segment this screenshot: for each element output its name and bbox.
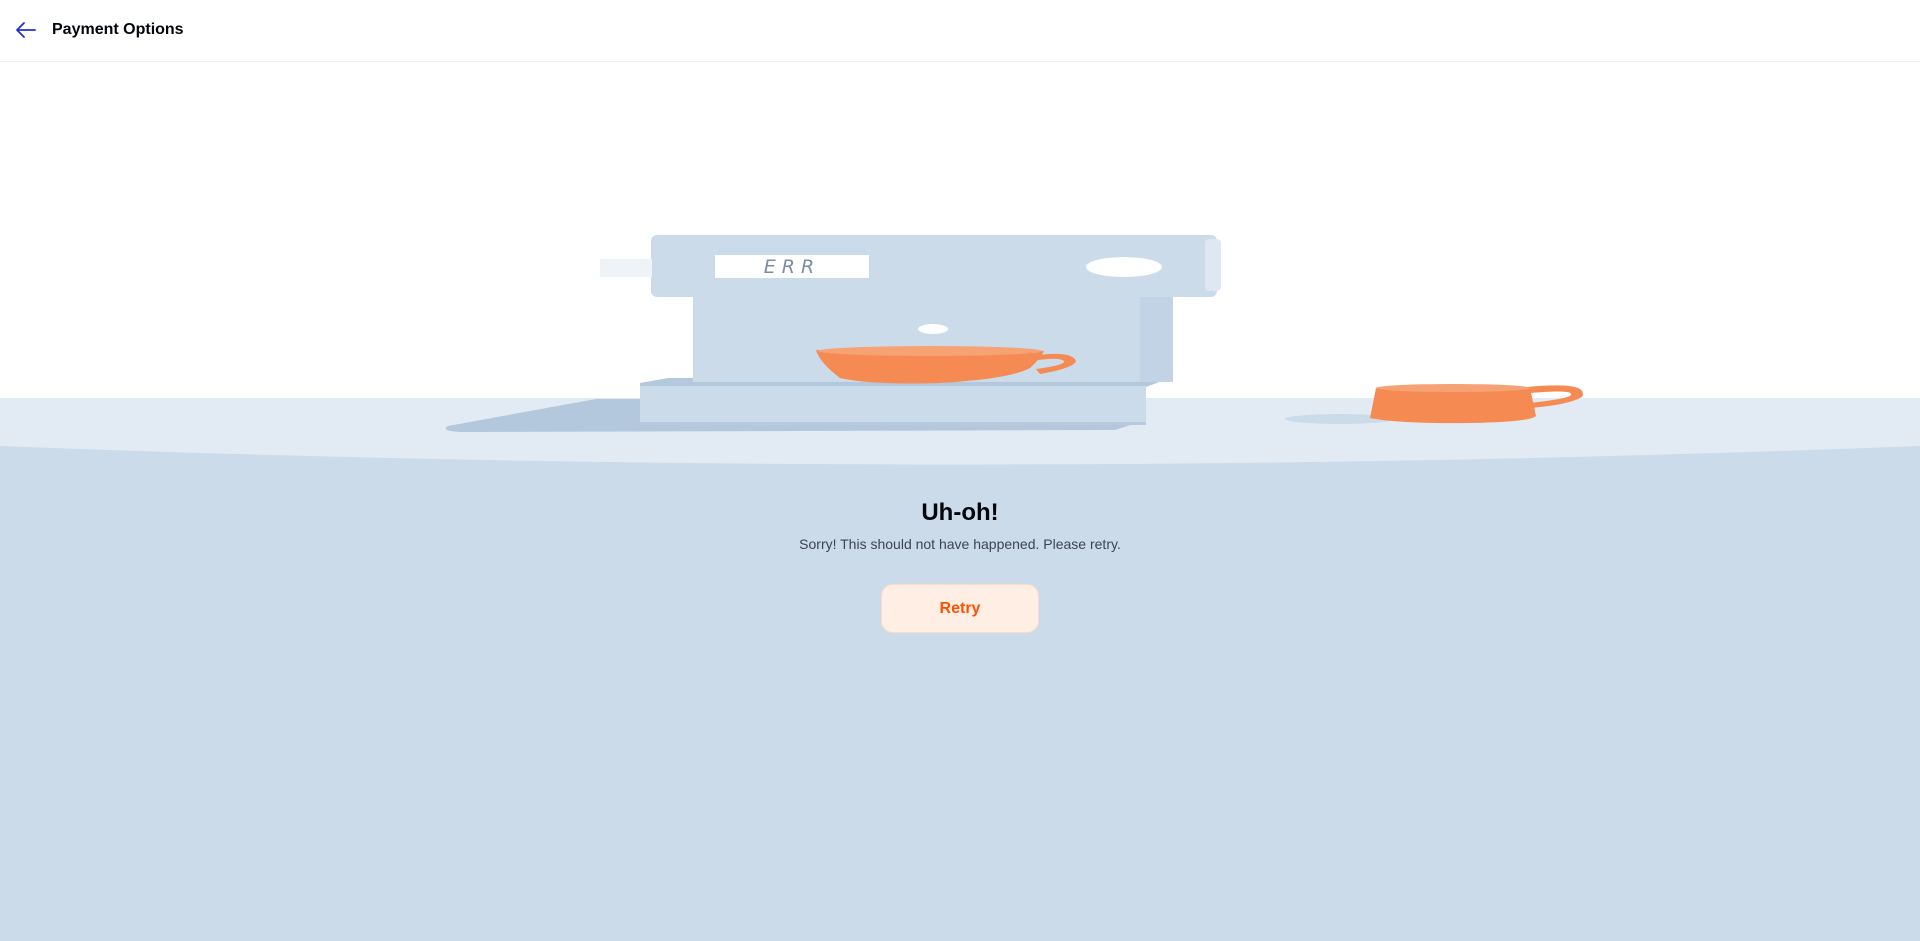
page-title: Payment Options <box>52 21 184 38</box>
arrow-left-icon <box>16 22 36 38</box>
error-display-text: ERR <box>764 256 820 278</box>
error-message: Sorry! This should not have happened. Pl… <box>799 536 1121 552</box>
retry-button[interactable]: Retry <box>881 584 1039 633</box>
back-button[interactable] <box>10 14 42 46</box>
error-headline: Uh-oh! <box>921 499 999 526</box>
header-bar: Payment Options <box>0 0 1920 62</box>
